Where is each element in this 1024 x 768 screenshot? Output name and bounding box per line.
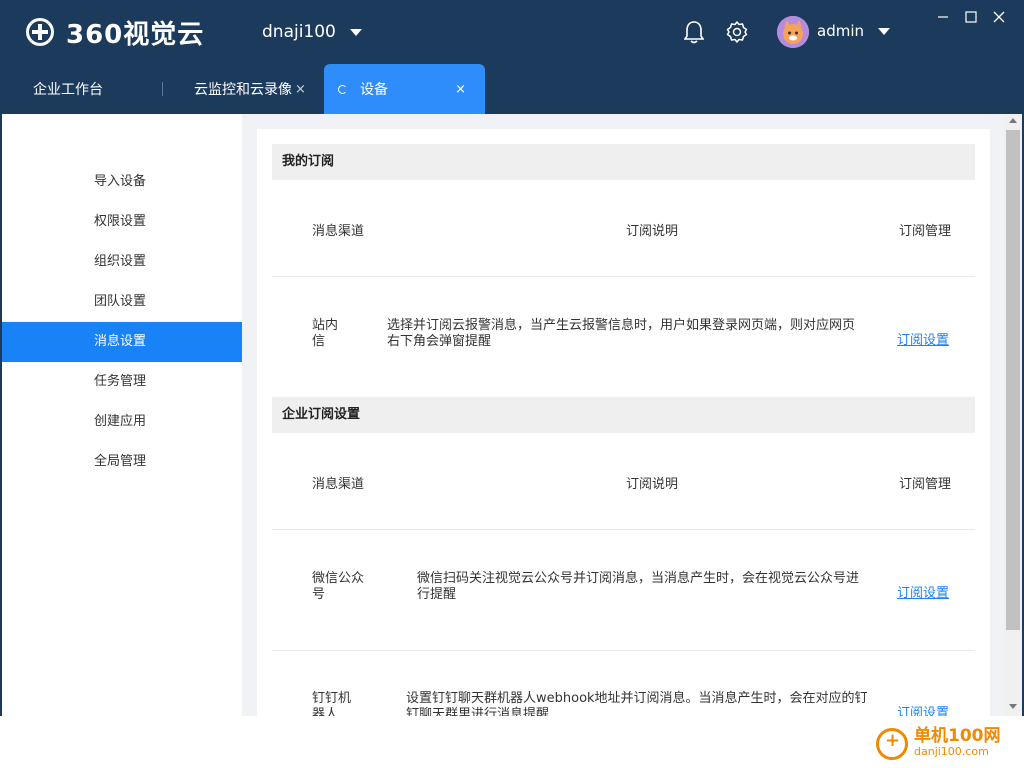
watermark-title: 单机100网 xyxy=(914,726,1001,746)
minimize-icon[interactable] xyxy=(936,10,950,24)
close-icon[interactable] xyxy=(992,10,1006,24)
account-name: dnaji100 xyxy=(262,22,336,42)
sidebar-item-message-settings[interactable]: 消息设置 xyxy=(2,322,242,362)
tab-bar: 企业工作台 云监控和云录像 × 设备 × xyxy=(0,64,1024,114)
sidebar-item-global-management[interactable]: 全局管理 xyxy=(2,442,242,482)
channel-name-line2: 信 xyxy=(312,334,326,349)
tab-label: 企业工作台 xyxy=(33,82,103,98)
watermark-text: 单机100网 danji100.com xyxy=(914,728,1001,760)
avatar-icon xyxy=(777,16,809,48)
column-header-channel: 消息渠道 xyxy=(312,477,365,492)
sidebar-item-organization[interactable]: 组织设置 xyxy=(2,242,242,282)
sidebar-item-create-app[interactable]: 创建应用 xyxy=(2,402,242,442)
tab-device[interactable]: 设备 × xyxy=(324,64,485,114)
chevron-down-icon xyxy=(878,27,890,35)
section-title-enterprise-subscription: 企业订阅设置 xyxy=(272,397,975,433)
scroll-down-arrow-icon[interactable] xyxy=(1009,704,1017,709)
content-panel: 我的订阅 消息渠道 订阅说明 订阅管理 站内 信 选择并订阅云报警消息，当产生云… xyxy=(257,129,990,716)
maximize-icon[interactable] xyxy=(964,10,978,24)
column-header-description: 订阅说明 xyxy=(626,477,679,492)
sidebar: 导入设备 权限设置 组织设置 团队设置 消息设置 任务管理 创建应用 全局管理 xyxy=(2,114,242,716)
section-title-my-subscription: 我的订阅 xyxy=(272,144,975,180)
description-line1: 选择并订阅云报警消息，当产生云报警信息时，用户如果登录网页端，则对应网页 xyxy=(387,318,856,333)
sidebar-item-team[interactable]: 团队设置 xyxy=(2,282,242,322)
vertical-scrollbar[interactable] xyxy=(1004,114,1022,716)
channel-name-line2: 器人 xyxy=(312,707,339,716)
title-bar: 360视觉云 dnaji100 admin xyxy=(0,0,1024,64)
column-header-channel: 消息渠道 xyxy=(312,224,365,239)
sidebar-item-import-device[interactable]: 导入设备 xyxy=(2,162,242,202)
description-line1: 设置钉钉聊天群机器人webhook地址并订阅消息。当消息产生时，会在对应的钉 xyxy=(406,691,868,706)
subscription-settings-link[interactable]: 订阅设置 xyxy=(897,702,949,716)
account-dropdown[interactable]: dnaji100 xyxy=(262,22,362,42)
tab-enterprise-workbench[interactable]: 企业工作台 xyxy=(33,64,103,114)
channel-name-line1: 钉钉机 xyxy=(312,691,352,706)
watermark-url: danji100.com xyxy=(914,745,989,758)
watermark-logo-icon xyxy=(876,728,908,760)
column-header-management: 订阅管理 xyxy=(899,477,952,492)
subscription-settings-link[interactable]: 订阅设置 xyxy=(897,582,949,601)
chevron-down-icon xyxy=(349,28,362,36)
channel-name-line1: 微信公众 xyxy=(312,571,365,586)
column-header-description: 订阅说明 xyxy=(626,224,679,239)
refresh-icon[interactable] xyxy=(338,84,347,94)
channel-name-line2: 号 xyxy=(312,587,326,602)
column-header-management: 订阅管理 xyxy=(899,224,952,239)
bell-icon[interactable] xyxy=(684,20,704,44)
tab-divider xyxy=(162,82,163,96)
sidebar-item-permissions[interactable]: 权限设置 xyxy=(2,202,242,242)
tab-label: 设备 xyxy=(360,82,388,98)
row-divider xyxy=(272,650,975,651)
logo-text: 360视觉云 xyxy=(66,19,205,50)
scroll-up-arrow-icon[interactable] xyxy=(1009,118,1017,123)
user-menu[interactable]: admin xyxy=(817,22,890,40)
tab-label: 云监控和云录像 xyxy=(194,82,292,98)
avatar[interactable] xyxy=(777,16,809,48)
channel-name-line1: 站内 xyxy=(312,318,339,333)
watermark: 单机100网 danji100.com xyxy=(876,728,1001,760)
main-area: 导入设备 权限设置 组织设置 团队设置 消息设置 任务管理 创建应用 全局管理 … xyxy=(2,114,1022,716)
gear-icon[interactable] xyxy=(725,20,749,44)
user-name: admin xyxy=(817,22,864,40)
subscription-settings-link[interactable]: 订阅设置 xyxy=(897,329,949,348)
row-divider xyxy=(272,276,975,277)
close-icon[interactable]: × xyxy=(295,82,306,97)
app-logo: 360视觉云 xyxy=(26,16,205,50)
logo-icon xyxy=(26,18,54,46)
scroll-thumb[interactable] xyxy=(1006,130,1020,630)
description-line2: 右下角会弹窗提醒 xyxy=(387,334,492,349)
bottom-strip xyxy=(0,716,1024,768)
tab-cloud-monitoring[interactable]: 云监控和云录像 × xyxy=(194,64,306,114)
sidebar-item-task-management[interactable]: 任务管理 xyxy=(2,362,242,402)
description-line2: 行提醒 xyxy=(417,587,457,602)
description-line2: 钉聊天群里进行消息提醒 xyxy=(406,707,550,716)
description-line1: 微信扫码关注视觉云公众号并订阅消息，当消息产生时，会在视觉云公众号进 xyxy=(417,571,860,586)
close-icon[interactable]: × xyxy=(455,82,466,97)
row-divider xyxy=(272,529,975,530)
